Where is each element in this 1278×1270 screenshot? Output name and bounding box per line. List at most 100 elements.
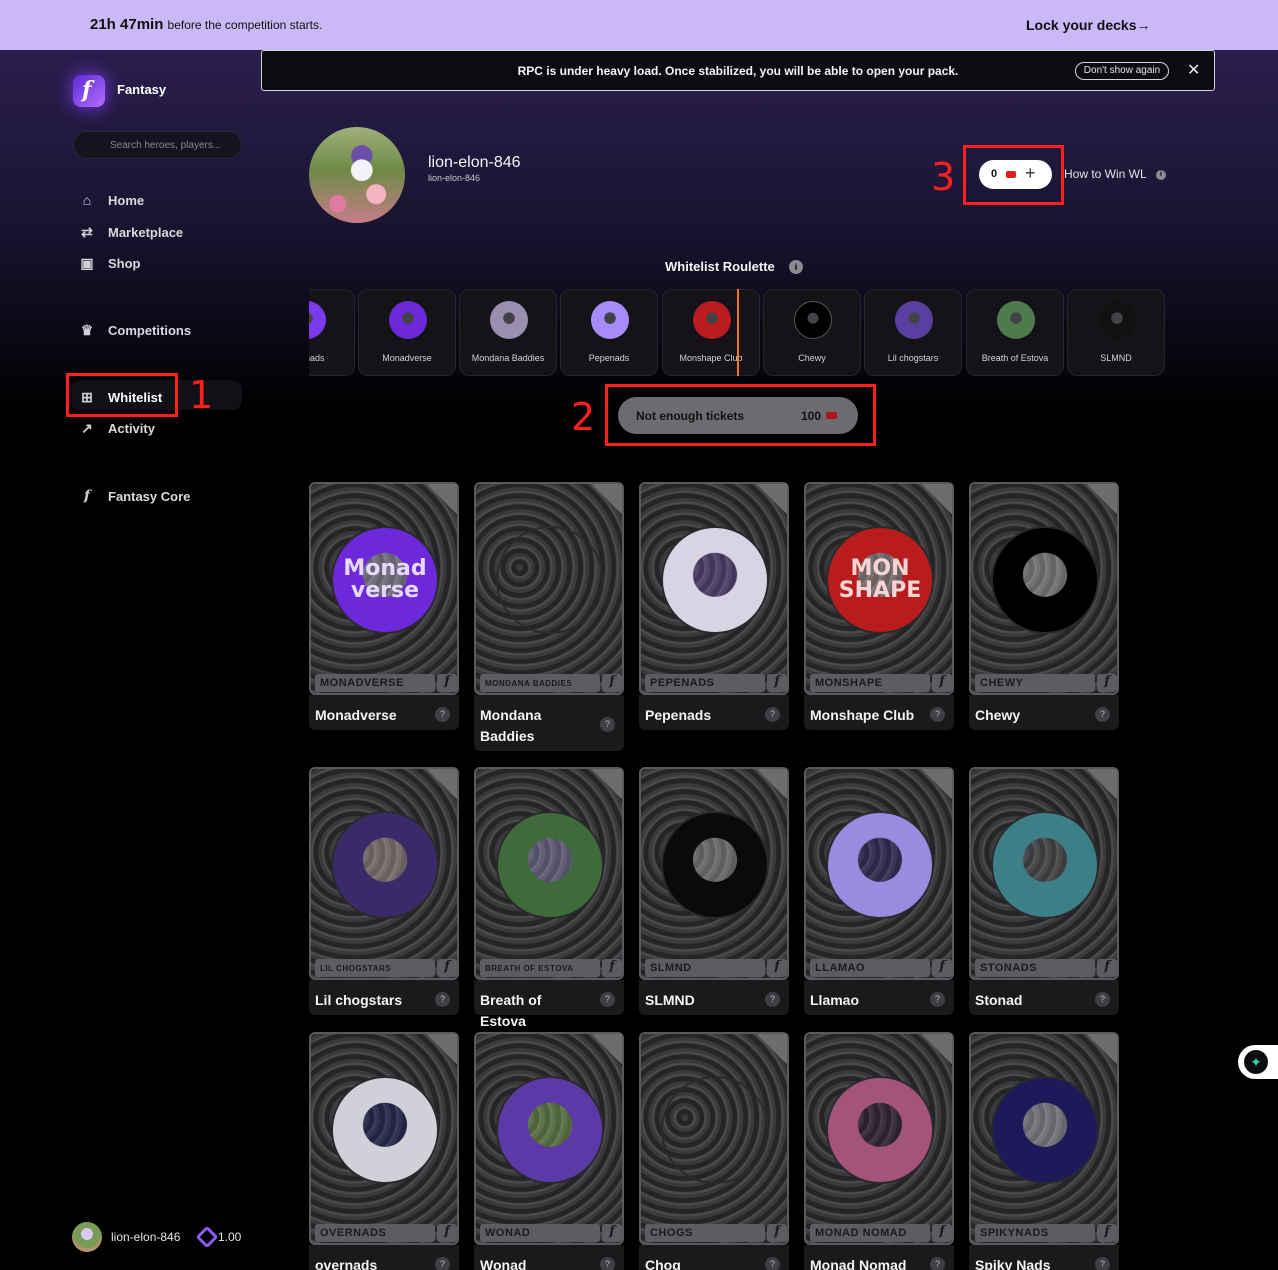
collection-logo [895,301,933,339]
card-footer: Mondana Baddies? [474,695,624,751]
help-icon[interactable]: ? [930,1257,945,1270]
wl-tag [922,769,952,799]
card-plate: CHEWY [975,674,1095,692]
help-icon[interactable]: ? [1095,992,1110,1007]
roulette-item-label: Pepenads [588,353,630,363]
collection-art [661,526,769,634]
collection-art-text [498,813,602,917]
help-icon[interactable]: ? [765,1257,780,1270]
lock-decks-link[interactable]: Lock your decks→ [1026,17,1151,33]
collection-logo [309,301,326,339]
card-plate: MONSHAPE [810,674,930,692]
collection-name: Monadverse [315,707,397,723]
collection-art [991,526,1099,634]
collection-name: SLMND [645,992,695,1008]
close-icon[interactable]: ✕ [1187,60,1200,80]
card-footer: Wonad? [474,1245,624,1270]
card-frame: OVERNADS f [309,1032,459,1245]
sidebar-item-label: Home [108,193,145,208]
card-frame: MONAD NOMAD f [804,1032,954,1245]
fantasy-logo-icon: f [437,959,457,977]
annotation-box-1 [66,373,178,417]
help-icon[interactable]: ? [435,707,450,722]
info-icon[interactable]: i [789,260,803,274]
roulette-item-label: Breath of Estova [981,353,1049,363]
fantasy-logo-icon[interactable]: f [73,75,105,107]
sidebar-item-label: Shop [108,256,141,271]
shop-icon: ▣ [80,255,94,271]
collection-art-text [663,528,767,632]
card-footer: SLMND? [639,980,789,1015]
info-icon[interactable]: i [1156,170,1166,180]
help-icon[interactable]: ? [600,717,615,732]
card-plate: MONADVERSE [315,674,435,692]
dont-show-again-button[interactable]: Don't show again [1075,62,1169,80]
card-footer: Stonad? [969,980,1119,1015]
fantasy-logo-icon: f [437,1224,457,1242]
help-icon[interactable]: ? [1095,1257,1110,1270]
collection-logo [1098,301,1136,339]
card-footer: Monshape Club? [804,695,954,730]
collection-art-text [993,813,1097,917]
annotation-number-2: 2 [571,395,596,439]
collection-art-text [498,1078,602,1182]
help-icon[interactable]: ? [435,992,450,1007]
card-plate: LLAMAO [810,959,930,977]
user-name: lion-elon-846 [111,1230,181,1244]
card-plate: LIL CHOGSTARS [315,959,435,977]
swap-icon: ⇄ [81,224,93,240]
help-icon[interactable]: ? [600,1257,615,1270]
card-footer: Lil chogstars? [309,980,459,1015]
fantasy-logo-icon: f [602,674,622,692]
search-input[interactable]: Search heroes, players... [73,131,242,159]
card-frame: MONDANA BADDIES f [474,482,624,695]
collection-logo [591,301,629,339]
card-frame: WONAD f [474,1032,624,1245]
roulette-item-label: Mondana Baddies [471,353,545,363]
roulette-item-label: overnads [309,353,325,363]
collection-art [496,811,604,919]
collection-art-text: Monad verse [343,556,427,603]
collection-name: Mondana Baddies [480,707,542,744]
card-plate: STONADS [975,959,1095,977]
collection-name: overnads [315,1257,378,1270]
annotation-box-2 [605,384,876,446]
collection-name: Breath of Estova [480,992,542,1029]
help-icon[interactable]: ? [765,707,780,722]
collection-art [496,1076,604,1184]
card-plate: MONDANA BADDIES [480,674,600,692]
collection-art-text [993,528,1097,632]
collection-logo [997,301,1035,339]
sidebar-item-label: Marketplace [108,225,184,240]
collection-name: Chewy [975,707,1021,723]
wl-tag [592,1034,622,1064]
wl-tag [592,484,622,514]
collection-name: Llamao [810,992,860,1008]
roulette-item: Monshape Club [662,289,760,376]
assistant-button[interactable]: ✦ [1238,1045,1278,1079]
collection-art [496,526,604,634]
countdown-text: 21h 47min before the competition starts. [90,16,323,33]
sparkle-icon: ✦ [1244,1050,1268,1074]
card-frame: Monad verse MONADVERSE f [309,482,459,695]
collection-art-text [993,1078,1097,1182]
help-icon[interactable]: ? [765,992,780,1007]
help-icon[interactable]: ? [600,992,615,1007]
roulette-item-label: SLMND [1100,353,1132,363]
brand-name: Fantasy [117,82,167,97]
card-footer: overnads? [309,1245,459,1270]
roulette-item: Chewy [763,289,861,376]
roulette-pointer [737,289,739,376]
home-icon: ⌂ [82,192,92,208]
collection-art: MON SHAPE [826,526,934,634]
help-icon[interactable]: ? [1095,707,1110,722]
help-icon[interactable]: ? [930,707,945,722]
fantasy-logo-icon: f [767,1224,787,1242]
how-to-win-link[interactable]: How to Win WL [1064,167,1147,181]
notice-text: RPC is under heavy load. Once stabilized… [517,64,959,78]
collection-art-text [663,1078,767,1182]
wl-tag [922,484,952,514]
help-icon[interactable]: ? [930,992,945,1007]
help-icon[interactable]: ? [435,1257,450,1270]
diamond-icon [195,1225,219,1249]
